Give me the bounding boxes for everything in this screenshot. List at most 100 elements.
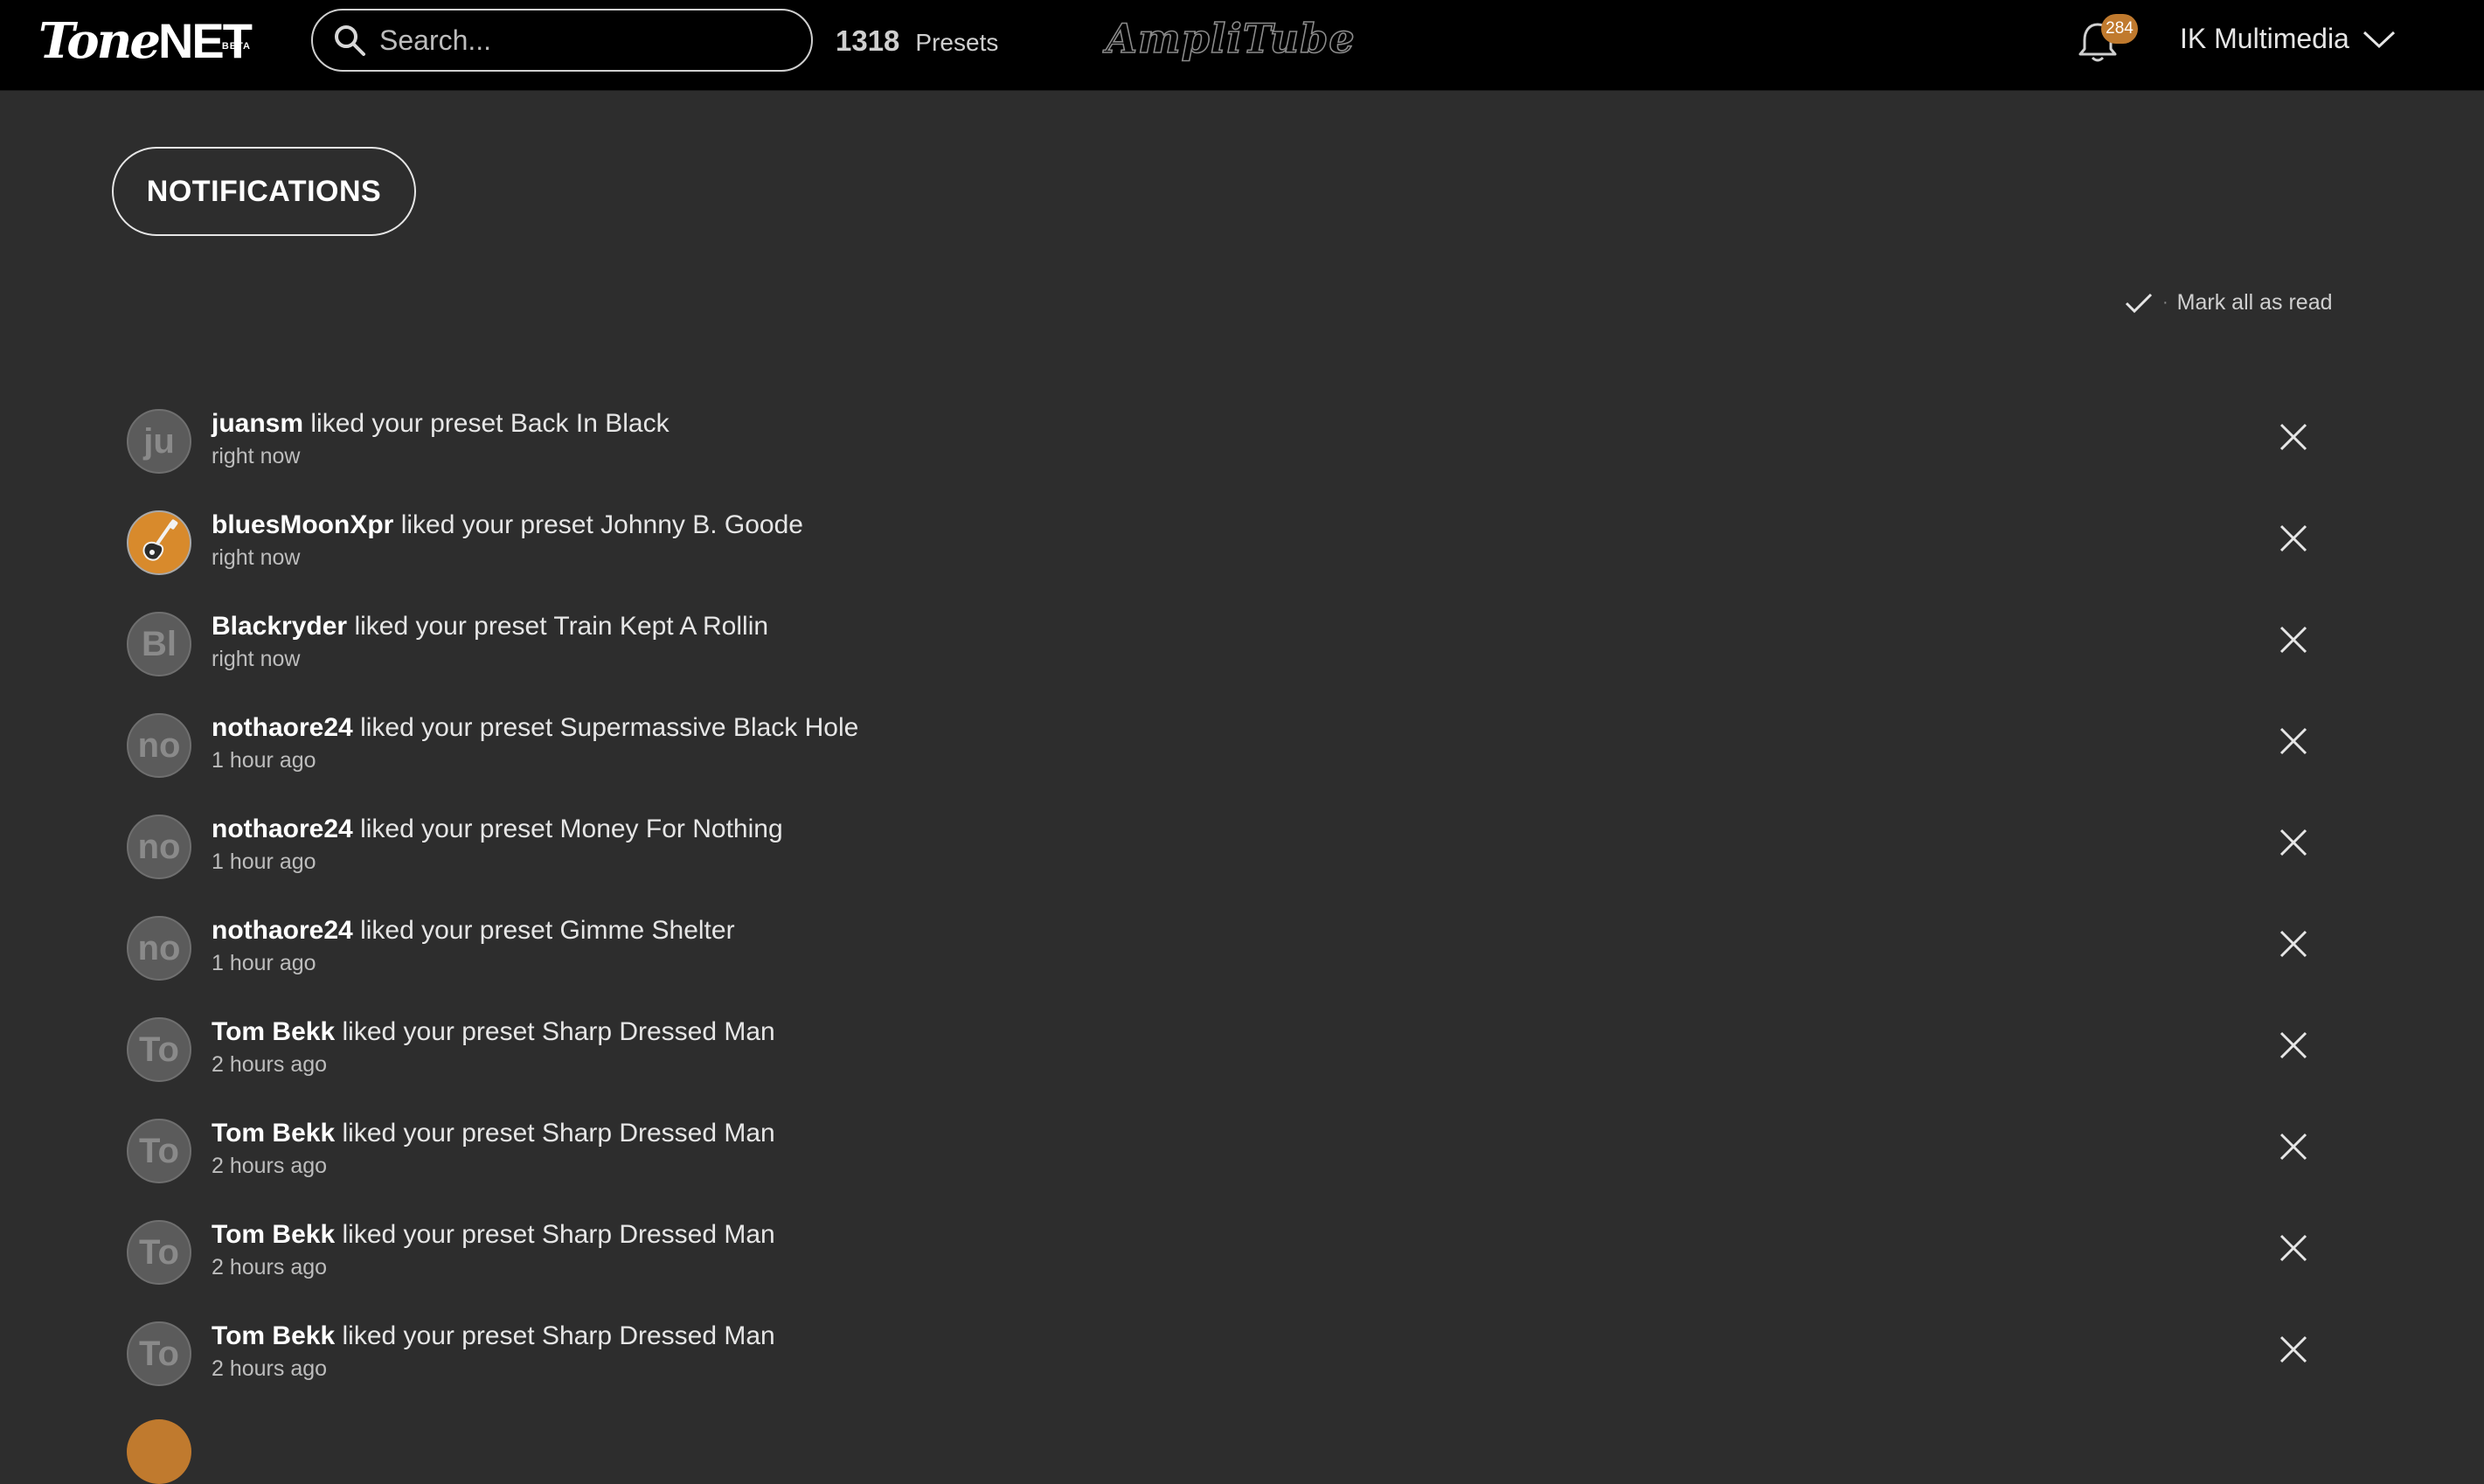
notification-preset[interactable]: Train Kept A Rollin [553,612,768,641]
account-name: IK Multimedia [2180,23,2349,54]
notification-user[interactable]: Tom Bekk [212,1119,335,1148]
close-icon[interactable] [2278,827,2309,858]
notification-time: right now [212,647,301,671]
notification-row[interactable]: ju juansm liked your preset Back In Black… [0,392,2484,493]
notification-row[interactable]: To Tom Bekk liked your preset Sharp Dress… [0,1101,2484,1203]
notification-text: Tom Bekk liked your preset Sharp Dressed… [212,1017,775,1078]
avatar[interactable] [127,510,191,575]
notification-user[interactable]: juansm [212,409,303,438]
notification-message: Tom Bekk liked your preset Sharp Dressed… [212,1321,775,1351]
notification-message: juansm liked your preset Back In Black [212,409,670,439]
avatar[interactable]: To [127,1017,191,1082]
mark-all-as-read[interactable]: · Mark all as read [2124,290,2333,316]
separator-dot: · [2162,293,2168,312]
notification-preset[interactable]: Sharp Dressed Man [542,1220,775,1249]
notification-action: liked your preset [400,510,593,539]
search-box[interactable] [311,9,813,72]
notification-message: Blackryder liked your preset Train Kept … [212,612,768,641]
notification-preset[interactable]: Sharp Dressed Man [542,1119,775,1148]
logo-tone-text: Tone [38,12,161,70]
notification-action: liked your preset [342,1220,535,1249]
close-icon[interactable] [2278,725,2309,757]
notification-row[interactable]: Bl Blackryder liked your preset Train Kep… [0,594,2484,696]
notification-message: nothaore24 liked your preset Supermassiv… [212,713,858,743]
notification-time: 2 hours ago [212,1356,328,1381]
check-icon [2125,293,2153,313]
notification-text: nothaore24 liked your preset Supermassiv… [212,713,858,773]
notification-preset[interactable]: Gimme Shelter [560,916,735,945]
notification-action: liked your preset [342,1017,535,1046]
notification-message: nothaore24 liked your preset Gimme Shelt… [212,916,735,946]
notification-action: liked your preset [310,409,503,438]
avatar[interactable]: no [127,713,191,778]
avatar[interactable]: Bl [127,612,191,676]
notification-user[interactable]: bluesMoonXpr [212,510,393,539]
notification-preset[interactable]: Johnny B. Goode [600,510,803,539]
close-icon[interactable] [2278,1232,2309,1264]
avatar[interactable]: ju [127,409,191,474]
notification-message: nothaore24 liked your preset Money For N… [212,815,783,844]
logo-net-text: NET BETA [158,12,253,70]
avatar[interactable]: To [127,1321,191,1386]
close-icon[interactable] [2278,1030,2309,1061]
notification-time: 2 hours ago [212,1255,328,1279]
notification-user[interactable]: nothaore24 [212,713,353,742]
notification-count-badge: 284 [2101,14,2138,44]
notifications-button[interactable]: NOTIFICATIONS [112,147,416,236]
notification-user[interactable]: Blackryder [212,612,347,641]
notification-row[interactable]: To Tom Bekk liked your preset Sharp Dress… [0,1304,2484,1405]
notification-preset[interactable]: Sharp Dressed Man [542,1321,775,1350]
notification-action: liked your preset [354,612,547,641]
notification-action: liked your preset [360,713,553,742]
close-icon[interactable] [2278,1334,2309,1365]
chevron-down-icon [2363,31,2395,48]
notification-user[interactable]: nothaore24 [212,815,353,843]
notification-preset[interactable]: Sharp Dressed Man [542,1017,775,1046]
tonenet-logo[interactable]: Tone NET BETA [38,12,257,70]
notification-time: 1 hour ago [212,748,316,773]
notification-row[interactable]: bluesMoonXpr liked your preset Johnny B.… [0,493,2484,594]
close-icon[interactable] [2278,624,2309,655]
amplitube-logo[interactable]: AmpliTube [1084,12,1377,68]
guitar-icon [142,519,178,561]
notification-text: Tom Bekk liked your preset Sharp Dressed… [212,1119,775,1179]
search-input[interactable] [378,23,792,58]
presets-label: Presets [915,29,999,56]
notification-row[interactable]: no nothaore24 liked your preset Gimme She… [0,898,2484,1000]
notification-user[interactable]: Tom Bekk [212,1017,335,1046]
close-icon[interactable] [2278,1131,2309,1162]
notification-user[interactable]: nothaore24 [212,916,353,945]
notification-text: Tom Bekk liked your preset Sharp Dressed… [212,1220,775,1280]
top-navigation-bar: Tone NET BETA 1318 Presets AmpliTube 284… [0,0,2484,91]
notification-preset[interactable]: Supermassive Black Hole [560,713,859,742]
notification-preset[interactable]: Back In Black [510,409,670,438]
avatar[interactable]: no [127,916,191,981]
notification-user[interactable]: Tom Bekk [212,1321,335,1350]
notification-preset[interactable]: Money For Nothing [560,815,783,843]
avatar[interactable]: no [127,815,191,879]
notification-message: bluesMoonXpr liked your preset Johnny B.… [212,510,803,540]
notification-row[interactable]: To Tom Bekk liked your preset Sharp Dress… [0,1203,2484,1304]
notification-row[interactable]: To Tom Bekk liked your preset Sharp Dress… [0,1000,2484,1101]
avatar[interactable]: To [127,1119,191,1183]
notification-text: bluesMoonXpr liked your preset Johnny B.… [212,510,803,571]
notification-time: 1 hour ago [212,849,316,874]
account-menu[interactable]: IK Multimedia [2180,23,2397,55]
notification-row[interactable]: no nothaore24 liked your preset Money For… [0,797,2484,898]
close-icon[interactable] [2278,523,2309,554]
close-icon[interactable] [2278,421,2309,453]
notification-time: right now [212,444,301,468]
notification-time: 1 hour ago [212,951,316,975]
avatar[interactable]: To [127,1220,191,1285]
presets-counter: 1318 Presets [836,24,998,58]
notification-action: liked your preset [360,815,553,843]
amplitube-logo-text: AmpliTube [1102,15,1355,62]
notification-user[interactable]: Tom Bekk [212,1220,335,1249]
presets-count: 1318 [836,24,900,57]
avatar [127,1419,191,1484]
search-icon [335,25,365,56]
notification-row[interactable]: no nothaore24 liked your preset Supermass… [0,696,2484,797]
close-icon[interactable] [2278,928,2309,960]
notification-list: ju juansm liked your preset Back In Black… [0,392,2484,1405]
notification-time: 2 hours ago [212,1052,328,1077]
